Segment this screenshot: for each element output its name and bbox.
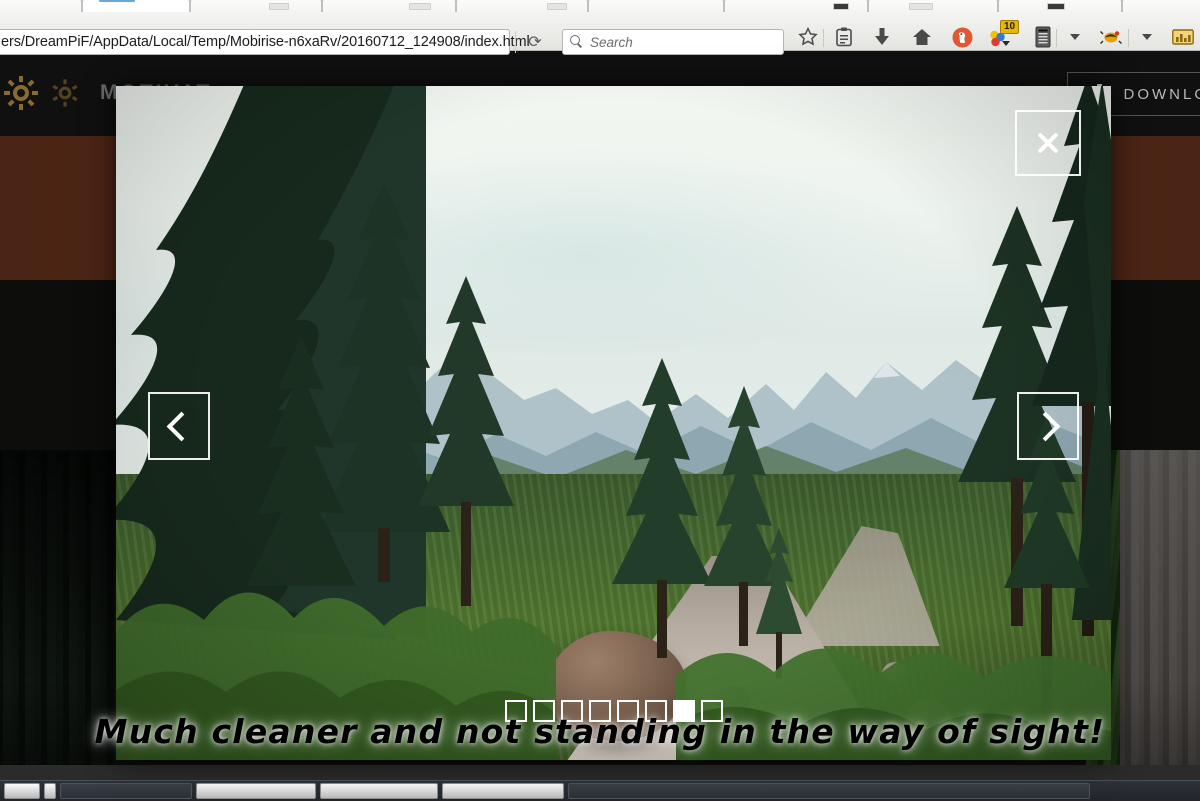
- search-placeholder: Search: [590, 35, 633, 50]
- dropdown-caret-icon-2[interactable]: [1134, 25, 1160, 49]
- next-button[interactable]: [1017, 392, 1079, 460]
- os-taskbar[interactable]: [0, 780, 1200, 801]
- reload-button[interactable]: ⟳: [521, 31, 549, 53]
- taskbar-button[interactable]: [442, 783, 564, 799]
- downloads-icon[interactable]: [869, 25, 895, 49]
- close-icon: [1035, 130, 1061, 156]
- toolbar-divider: [1056, 29, 1057, 47]
- taskbar-empty-area[interactable]: [568, 783, 1090, 799]
- taskbar-button[interactable]: [44, 783, 56, 799]
- url-bar[interactable]: ers/DreamPiF/AppData/Local/Temp/Mobirise…: [0, 29, 510, 55]
- caption-text: Much cleaner and not standing in the way…: [0, 712, 1200, 751]
- search-bar[interactable]: Search: [562, 29, 784, 55]
- toolbar-divider: [515, 31, 516, 53]
- dropdown-caret-icon[interactable]: [1062, 25, 1088, 49]
- search-icon: [570, 35, 584, 49]
- firebug-icon[interactable]: [1098, 25, 1124, 49]
- url-text: ers/DreamPiF/AppData/Local/Temp/Mobirise…: [0, 34, 530, 50]
- lightbox-photo: [116, 86, 1111, 760]
- close-button[interactable]: [1015, 110, 1081, 176]
- colorzilla-badge: 10: [1000, 20, 1019, 34]
- navigation-toolbar: ers/DreamPiF/AppData/Local/Temp/Mobirise…: [0, 12, 1200, 51]
- chevron-right-icon: [1031, 411, 1061, 441]
- browser-chrome: ers/DreamPiF/AppData/Local/Temp/Mobirise…: [0, 0, 1200, 50]
- bookmark-star-icon[interactable]: [795, 25, 821, 49]
- page-footer-strip: [0, 765, 1200, 780]
- server-icon[interactable]: [1030, 25, 1056, 49]
- sun-icon: [4, 76, 38, 110]
- sun-icon-secondary: [51, 79, 78, 106]
- taskbar-button[interactable]: [60, 783, 192, 799]
- lightbox-modal[interactable]: [116, 86, 1111, 760]
- home-icon[interactable]: [909, 25, 935, 49]
- reading-list-icon[interactable]: [831, 25, 857, 49]
- chevron-left-icon: [167, 411, 197, 441]
- duckduckgo-icon[interactable]: [949, 25, 975, 49]
- toolbar-divider: [823, 29, 824, 47]
- reload-icon: ⟳: [528, 32, 541, 52]
- download-button-label: DOWNLO: [1124, 86, 1200, 103]
- prev-button[interactable]: [148, 392, 210, 460]
- taskbar-button[interactable]: [320, 783, 438, 799]
- taskbar-button[interactable]: [4, 783, 40, 799]
- taskbar-button[interactable]: [196, 783, 316, 799]
- toolbar-divider: [1128, 29, 1129, 47]
- colorzilla-icon[interactable]: 10: [988, 25, 1014, 49]
- page-analytics-icon[interactable]: [1170, 25, 1196, 49]
